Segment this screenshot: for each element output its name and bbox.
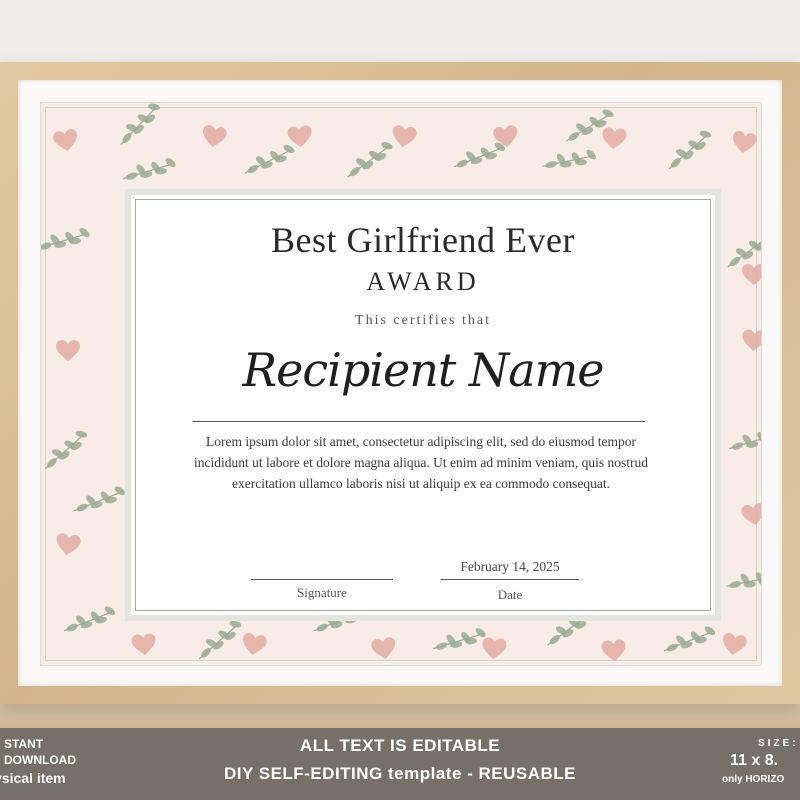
heart-icon bbox=[53, 129, 78, 151]
banner-subheadline: DIY SELF-EDITING template - REUSABLE bbox=[223, 764, 577, 783]
heart-icon bbox=[202, 125, 227, 147]
heart-icon bbox=[392, 125, 417, 147]
leaf-sprig-icon bbox=[63, 606, 116, 632]
certificate-body: Lorem ipsum dolor sit amet, consectetur … bbox=[193, 434, 649, 491]
heart-icon bbox=[56, 340, 80, 361]
date-value: February 14, 2025 bbox=[460, 559, 560, 574]
recipient-underline bbox=[193, 421, 645, 422]
banner-right-line-1: SIZE: bbox=[758, 738, 799, 749]
banner-right-line-2: 11 x 8. bbox=[730, 752, 779, 769]
certificate-title: Best Girlfriend Ever bbox=[271, 220, 575, 260]
signature-line bbox=[251, 579, 393, 580]
heart-icon bbox=[56, 533, 81, 555]
signature-label: Signature bbox=[297, 585, 347, 600]
heart-icon bbox=[131, 633, 156, 655]
heart-icon bbox=[742, 329, 761, 351]
certifies-text: This certifies that bbox=[355, 313, 491, 328]
recipient-name: Recipient Name bbox=[242, 343, 605, 397]
heart-icon bbox=[732, 131, 757, 153]
leaf-sprig-icon bbox=[565, 109, 614, 142]
info-banner: STANT DOWNLOAD ysical item ALL TEXT IS E… bbox=[0, 728, 800, 800]
certificate-subtitle: AWARD bbox=[366, 267, 480, 296]
certificate-card: Best Girlfriend Ever AWARD This certifie… bbox=[125, 189, 721, 621]
heart-icon bbox=[741, 503, 761, 525]
heart-icon bbox=[722, 633, 747, 655]
date-label: Date bbox=[497, 587, 523, 602]
heart-icon bbox=[493, 125, 518, 147]
heart-icon bbox=[601, 639, 626, 661]
heart-icon bbox=[371, 637, 396, 659]
leaf-sprig-icon bbox=[663, 626, 716, 652]
pattern-background: Best Girlfriend Ever AWARD This certifie… bbox=[40, 102, 762, 666]
heart-icon bbox=[742, 264, 761, 285]
frame-mat: Best Girlfriend Ever AWARD This certifie… bbox=[18, 80, 782, 686]
banner-headline: ALL TEXT IS EDITABLE bbox=[299, 736, 501, 755]
heart-icon bbox=[242, 633, 267, 655]
picture-frame: Best Girlfriend Ever AWARD This certifie… bbox=[0, 62, 800, 704]
leaf-sprig-icon bbox=[73, 486, 126, 512]
heart-icon bbox=[287, 125, 312, 147]
banner-right-line-3: only HORIZO bbox=[722, 774, 785, 785]
date-line bbox=[441, 579, 579, 580]
heart-icon bbox=[482, 637, 507, 659]
